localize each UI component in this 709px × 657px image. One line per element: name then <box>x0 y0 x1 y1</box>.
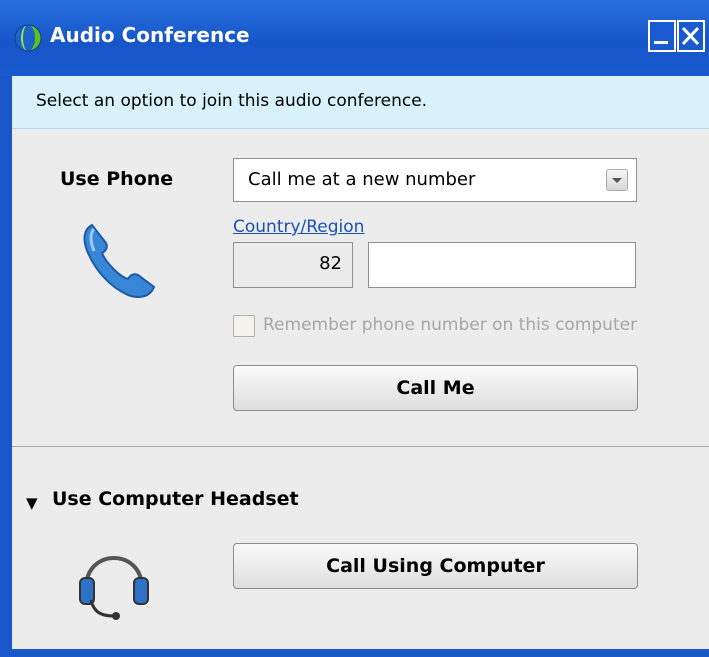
use-computer-headset-label: Use Computer Headset <box>52 488 299 510</box>
instruction-banner: Select an option to join this audio conf… <box>12 76 709 129</box>
phone-handset-icon <box>83 223 156 298</box>
globe-icon <box>14 24 42 52</box>
country-code-field[interactable]: 82 <box>233 242 353 288</box>
collapse-toggle-icon[interactable]: ▼ <box>26 494 38 512</box>
title-bar[interactable]: Audio Conference <box>0 0 709 76</box>
dropdown-arrow-button[interactable] <box>606 169 628 191</box>
remember-number-checkbox[interactable] <box>233 315 255 337</box>
minimize-button[interactable] <box>648 20 676 52</box>
chevron-down-icon <box>612 178 622 183</box>
close-icon <box>681 26 700 46</box>
call-me-button[interactable]: Call Me <box>233 365 638 411</box>
minimize-icon <box>654 41 668 44</box>
dialog-body: Select an option to join this audio conf… <box>12 76 709 649</box>
audio-conference-window: Audio Conference Select an option to joi… <box>0 0 709 657</box>
phone-option-dropdown[interactable]: Call me at a new number <box>233 158 637 202</box>
instruction-text: Select an option to join this audio conf… <box>36 91 428 111</box>
headset-icon <box>79 556 149 620</box>
country-region-link[interactable]: Country/Region <box>233 217 364 237</box>
section-divider <box>12 446 709 447</box>
close-button[interactable] <box>677 20 705 52</box>
window-title: Audio Conference <box>50 23 250 47</box>
remember-number-label: Remember phone number on this computer <box>263 315 638 335</box>
phone-number-input[interactable] <box>368 242 636 288</box>
phone-option-value: Call me at a new number <box>248 169 476 190</box>
call-using-computer-button[interactable]: Call Using Computer <box>233 543 638 589</box>
use-phone-label: Use Phone <box>60 168 174 190</box>
